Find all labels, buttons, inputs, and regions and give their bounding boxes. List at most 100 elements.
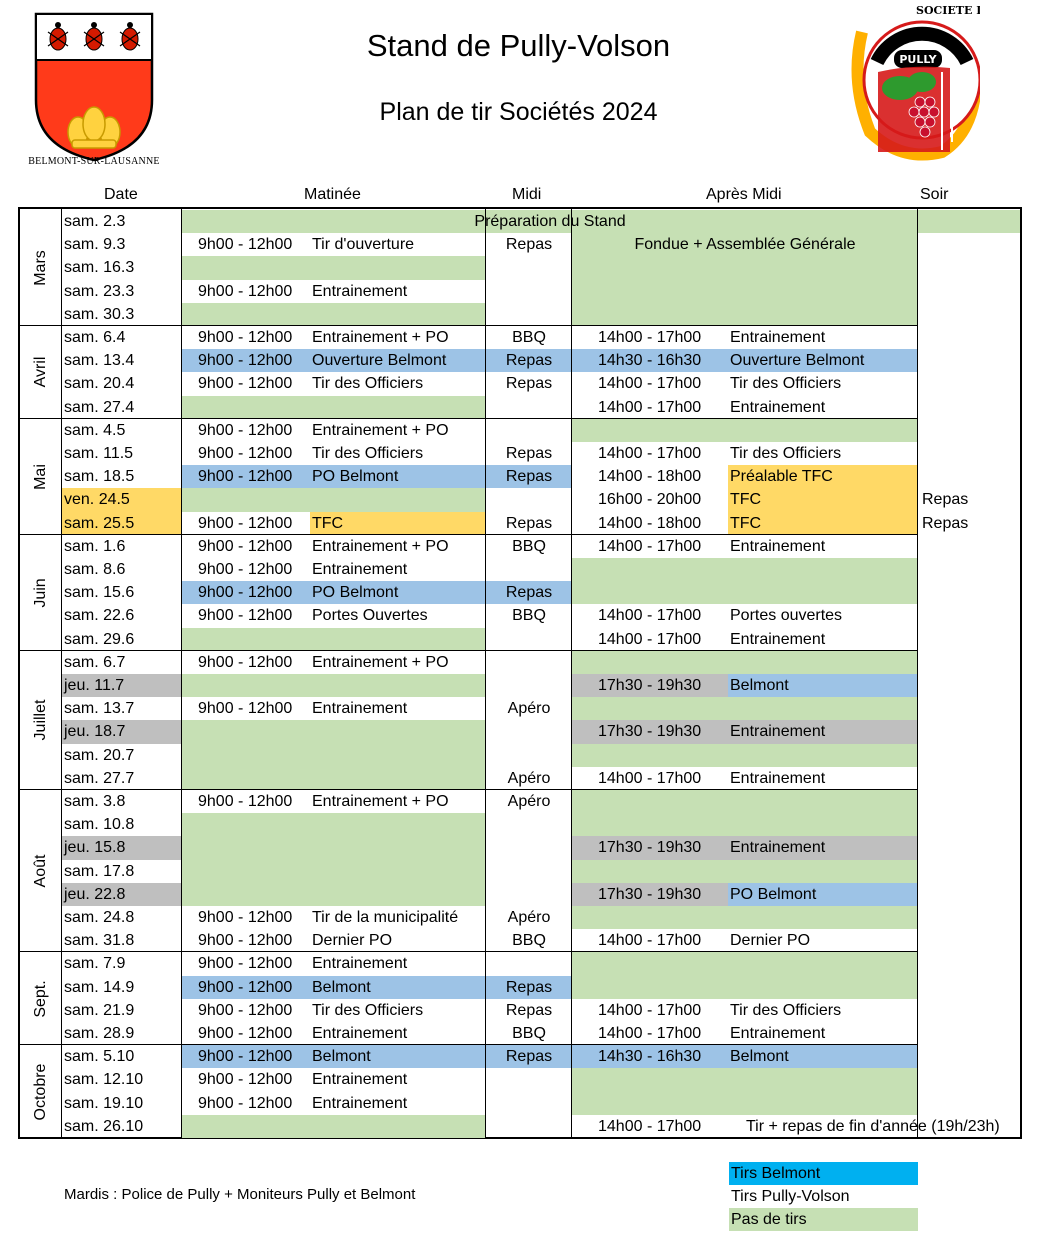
row-midi: [486, 628, 572, 651]
row-am-time: [182, 744, 310, 767]
row-am-time: 9h00 - 12h00: [198, 537, 293, 555]
logo-ring-text: SOCIETE DE TIR DU VOLSON: [916, 4, 980, 17]
row-pm-activity: [728, 280, 918, 303]
row-pm-activity: Ouverture Belmont: [730, 352, 865, 370]
row-am-time: 9h00 - 12h00: [198, 1025, 293, 1042]
row-am-activity: [310, 1115, 486, 1138]
row-am-activity: Ouverture Belmont: [312, 352, 447, 370]
month-label-text: Juin: [32, 578, 49, 608]
row-am-time: [182, 813, 310, 836]
row-soir: [918, 674, 1020, 697]
row-date: sam. 14.9: [64, 978, 135, 996]
row-am-time: [182, 720, 310, 743]
row-soir: [918, 883, 1020, 906]
month-label-text: Août: [32, 854, 49, 888]
month-divider: [20, 325, 918, 326]
row-pm-time: 14h00 - 17h00: [598, 537, 702, 555]
row-pm-activity: [728, 790, 918, 813]
row-am-time: [182, 303, 310, 326]
row-am-time: 9h00 - 12h00: [198, 421, 293, 439]
row-pm-activity: TFC: [728, 488, 918, 512]
row-am-time: [182, 767, 310, 790]
row-pm-activity: Préalable TFC: [728, 465, 918, 489]
row-soir: [918, 303, 1020, 326]
row-date: sam. 5.10: [64, 1048, 135, 1066]
row-am-activity: Portes Ouvertes: [312, 607, 428, 625]
row-date: sam. 26.10: [64, 1117, 144, 1135]
row-pm-time: [572, 256, 728, 279]
row-midi: BBQ: [512, 1025, 546, 1042]
row-midi: [486, 419, 572, 442]
row-midi: Repas: [505, 375, 553, 393]
row-pm-activity: [728, 952, 918, 975]
row-am-time: [182, 256, 310, 279]
row-soir: [918, 651, 1020, 674]
row-pm-time: 17h30 - 19h30: [598, 723, 702, 741]
row-am-activity: [310, 396, 486, 419]
row-pm-time: 14h30 - 16h30: [598, 1048, 702, 1066]
row-am-activity: Entrainement + PO: [312, 793, 449, 810]
row-am-time: 9h00 - 12h00: [198, 236, 293, 254]
row-date: sam. 27.7: [64, 769, 135, 787]
row-date: sam. 7.9: [64, 955, 126, 973]
row-pm-time: 14h00 - 17h00: [598, 329, 702, 346]
row-am-time: [182, 628, 310, 651]
row-midi: [486, 651, 572, 674]
row-am-time: [182, 488, 310, 511]
month-label-text: Avril: [32, 356, 49, 388]
row-am-time: [182, 674, 310, 697]
row-pm-activity: [728, 813, 918, 836]
row-midi: Repas: [505, 514, 553, 532]
row-am-time: [182, 860, 310, 883]
row-date: sam. 21.9: [64, 1001, 135, 1019]
row-am-time: [182, 883, 310, 906]
row-pm-time: 17h30 - 19h30: [598, 885, 702, 903]
row-date: sam. 11.5: [64, 445, 134, 462]
row-pm-activity: Tir des Officiers: [730, 445, 842, 462]
row-midi: [486, 396, 572, 419]
month-label-text: Mai: [32, 463, 49, 490]
month-divider: [20, 789, 918, 790]
row-soir: [918, 1068, 1020, 1091]
row-soir: Repas: [922, 514, 969, 532]
row-am-activity: [310, 744, 486, 767]
row-am-time: 9h00 - 12h00: [198, 514, 293, 532]
row-date: jeu. 11.7: [62, 674, 182, 698]
footer-note: Mardis : Police de Pully + Moniteurs Pul…: [64, 1186, 416, 1203]
row-pm-activity: Dernier PO: [730, 932, 811, 950]
row-midi: [486, 836, 572, 859]
row-pm-time: [572, 303, 728, 326]
row-am-time: 9h00 - 12h00: [198, 282, 293, 300]
row-pm-activity: [728, 303, 918, 326]
row-pm-time: 14h00 - 17h00: [598, 932, 702, 950]
row-pm-activity: [728, 697, 918, 720]
row-soir: [918, 465, 1020, 488]
row-pm-activity: [728, 1092, 918, 1115]
row-date: sam. 13.7: [64, 700, 135, 718]
row-soir: [918, 604, 1020, 627]
row-pm-time: [572, 813, 728, 836]
row-am-activity: [310, 813, 486, 836]
row-date: jeu. 15.8: [62, 836, 182, 860]
row-pm-time: [572, 651, 728, 674]
row-am-time: 9h00 - 12h00: [198, 932, 293, 950]
row-am-activity: [310, 256, 486, 279]
row-date: sam. 4.5: [64, 421, 126, 439]
row-am-activity: [310, 767, 486, 790]
row-am-time: [182, 836, 310, 859]
legend-item-tirs-belmont: Tirs Belmont: [729, 1162, 918, 1185]
row-date: sam. 22.6: [64, 607, 135, 625]
column-divider: [485, 209, 486, 1138]
row-pm-time: [572, 906, 728, 929]
row-pm-activity: [728, 581, 918, 604]
row-midi: [486, 744, 572, 767]
row-am-activity: Tir d'ouverture: [312, 236, 415, 254]
row-midi: Apéro: [507, 700, 551, 718]
row-pm-activity: [728, 860, 918, 883]
row-am-activity: Tir des Officiers: [312, 445, 424, 462]
row-am-activity: Entrainement: [312, 955, 408, 973]
row-pm-time: 14h00 - 18h00: [598, 468, 702, 486]
row-date: sam. 20.7: [64, 746, 135, 764]
row-pm-time: [572, 860, 728, 883]
row-date: sam. 15.6: [64, 584, 135, 602]
